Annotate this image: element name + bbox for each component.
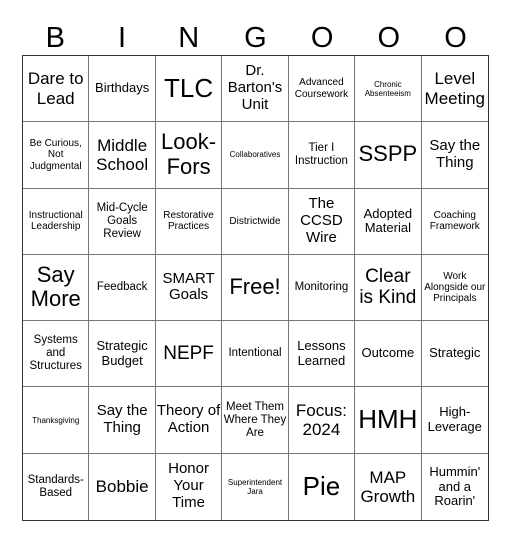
bingo-cell[interactable]: MAP Growth <box>355 453 422 520</box>
bingo-cell[interactable]: Advanced Coursework <box>288 56 356 123</box>
bingo-cell[interactable]: Lessons Learned <box>288 321 356 388</box>
bingo-cell[interactable]: Feedback <box>89 254 156 322</box>
bingo-cell[interactable]: Strategic <box>421 321 488 388</box>
bingo-cell[interactable]: Adopted Material <box>355 188 422 255</box>
bingo-cell[interactable]: Tier I Instruction <box>288 122 356 189</box>
bingo-cell[interactable]: Honor Your Time <box>156 453 223 520</box>
bingo-cell[interactable]: Say More <box>23 254 90 322</box>
bingo-cell[interactable]: Meet Them Where They Are <box>222 387 289 454</box>
header-letter: B <box>45 22 66 54</box>
bingo-cell[interactable]: The CCSD Wire <box>288 188 356 255</box>
bingo-cell[interactable]: HMH <box>355 387 422 454</box>
bingo-cell[interactable]: Pie <box>289 453 356 520</box>
bingo-cell[interactable]: Superintendent Jara <box>222 453 289 520</box>
bingo-cell[interactable]: Thanksgiving <box>23 387 90 454</box>
bingo-cell[interactable]: Say the Thing <box>89 387 156 454</box>
header-letter: G <box>244 22 267 54</box>
bingo-cell[interactable]: Focus: 2024 <box>288 387 356 454</box>
bingo-cell[interactable]: Level Meeting <box>421 56 488 123</box>
bingo-cell[interactable]: Look-Fors <box>155 122 223 189</box>
header-letter: O <box>377 22 401 54</box>
bingo-cell[interactable]: Say the Thing <box>421 122 488 189</box>
bingo-cell[interactable]: Dr. Barton's Unit <box>222 56 289 123</box>
bingo-cell[interactable]: Be Curious, Not Judgmental <box>23 122 90 189</box>
bingo-cell[interactable]: Clear is Kind <box>355 254 422 322</box>
bingo-cell[interactable]: TLC <box>155 56 223 123</box>
bingo-cell[interactable]: Outcome <box>355 321 422 388</box>
bingo-header: B I N G O O O <box>22 20 489 56</box>
bingo-cell[interactable]: Work Alongside our Principals <box>421 255 488 322</box>
bingo-cell[interactable]: Bobbie <box>89 453 156 520</box>
free-space-cell[interactable]: Free! <box>222 254 289 322</box>
bingo-cell[interactable]: Dare to Lead <box>23 56 90 123</box>
bingo-cell[interactable]: Hummin' and a Roarin' <box>422 454 488 520</box>
bingo-cell[interactable]: Chronic Absenteeism <box>355 56 422 123</box>
bingo-cell[interactable]: Systems and Structures <box>23 321 90 388</box>
bingo-cell[interactable]: Standards-Based <box>23 453 90 520</box>
bingo-cell[interactable]: Middle School <box>89 122 156 189</box>
bingo-cell[interactable]: Monitoring <box>288 254 356 322</box>
bingo-cell[interactable]: Instructional Leadership <box>23 188 90 255</box>
bingo-cell[interactable]: Restorative Practices <box>155 188 223 255</box>
header-letter: N <box>178 22 200 54</box>
bingo-cell[interactable]: Theory of Action <box>155 387 223 454</box>
bingo-cell[interactable]: Coaching Framework <box>421 189 488 255</box>
bingo-cell[interactable]: Collaboratives <box>222 122 289 189</box>
bingo-cell[interactable]: Mid-Cycle Goals Review <box>89 188 156 255</box>
bingo-cell[interactable]: SMART Goals <box>155 254 223 322</box>
bingo-cell[interactable]: Intentional <box>222 321 289 388</box>
header-letter: O <box>444 22 467 54</box>
bingo-cell[interactable]: NEPF <box>155 321 223 388</box>
bingo-cell[interactable]: Birthdays <box>89 56 156 123</box>
bingo-cell[interactable]: SSPP <box>355 122 422 189</box>
bingo-grid: Dare to Lead Birthdays TLC Dr. Barton's … <box>22 55 489 521</box>
bingo-cell[interactable]: High-Leverage <box>421 387 488 454</box>
bingo-cell[interactable]: Strategic Budget <box>89 321 156 388</box>
header-letter: O <box>310 22 334 54</box>
header-letter: I <box>118 22 127 54</box>
bingo-cell[interactable]: Districtwide <box>222 188 289 255</box>
